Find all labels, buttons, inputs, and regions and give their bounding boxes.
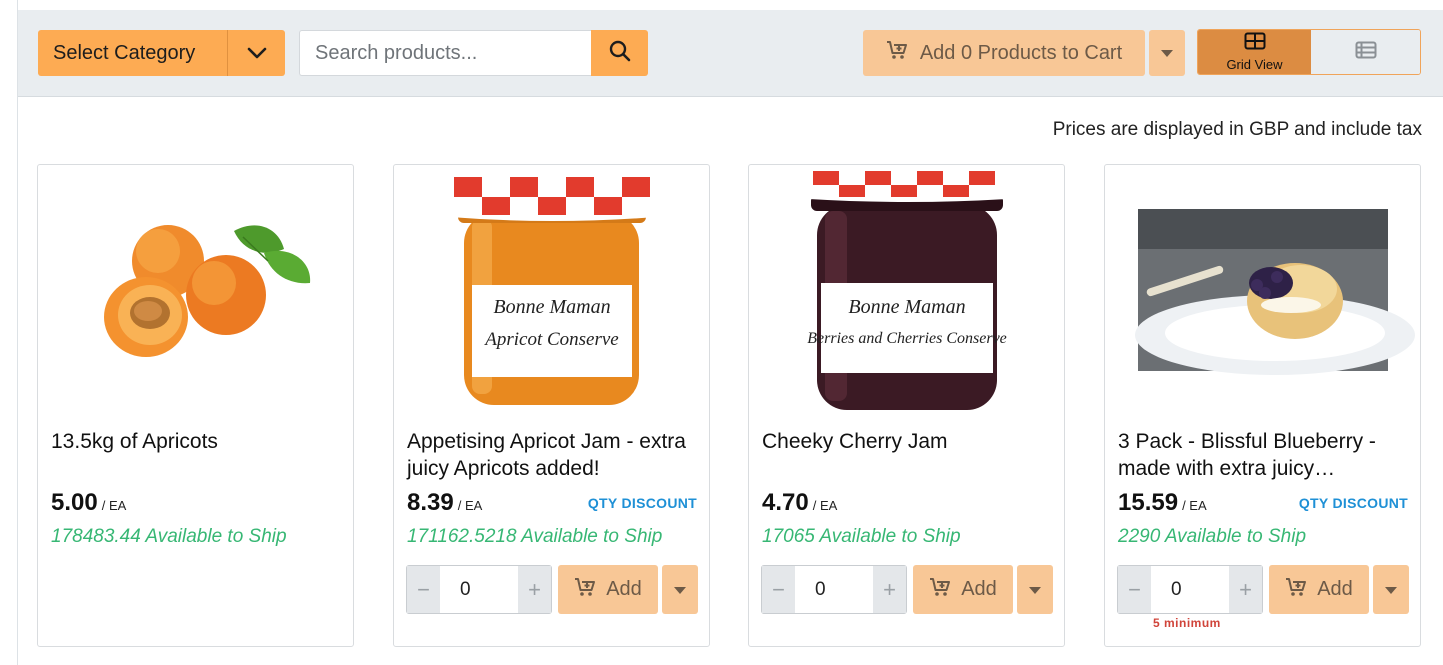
add-products-to-cart-label: Add 0 Products to Cart xyxy=(919,41,1123,64)
view-toggle: Grid View xyxy=(1197,29,1421,75)
search-button[interactable] xyxy=(591,30,648,76)
search-input[interactable] xyxy=(300,31,591,75)
caret-down-icon xyxy=(1161,44,1173,62)
add-to-cart-button[interactable]: Add xyxy=(1269,565,1369,614)
availability-text: 17065 Available to Ship xyxy=(762,526,961,547)
availability-text: 171162.5218 Available to Ship xyxy=(407,526,663,547)
product-image[interactable]: Bonne Maman Apricot Conserve xyxy=(394,165,709,415)
search-icon xyxy=(609,40,631,67)
price-currency-note: Prices are displayed in GBP and include … xyxy=(1052,119,1422,140)
decrease-quantity-button[interactable]: − xyxy=(407,566,440,613)
grid-view-button[interactable]: Grid View xyxy=(1198,30,1311,74)
product-card: 3 Pack - Blissful Blueberry - made with … xyxy=(1104,164,1421,647)
price-value: 4.70 xyxy=(762,489,809,516)
price-unit: / EA xyxy=(101,498,127,513)
product-price: 5.00/ EA xyxy=(51,489,126,517)
price-unit: / EA xyxy=(812,498,838,513)
search-field[interactable] xyxy=(299,30,591,76)
minus-icon: − xyxy=(772,576,785,602)
price-value: 8.39 xyxy=(407,489,454,516)
grid-view-label: Grid View xyxy=(1226,57,1283,72)
product-toolbar: Select Category Add 0 Products to Cart G… xyxy=(18,10,1443,97)
cart-options-dropdown[interactable] xyxy=(1149,30,1185,76)
caret-down-icon xyxy=(1385,581,1397,599)
category-select-label: Select Category xyxy=(53,41,196,64)
availability-text: 178483.44 Available to Ship xyxy=(51,526,287,547)
caret-down-icon xyxy=(1029,581,1041,599)
product-name[interactable]: Cheeky Cherry Jam xyxy=(762,428,1052,455)
caret-down-icon xyxy=(674,581,686,599)
svg-text:Bonne Maman: Bonne Maman xyxy=(848,296,965,318)
apricots-image xyxy=(104,225,311,357)
product-image[interactable] xyxy=(38,165,353,415)
product-card: 13.5kg of Apricots 5.00/ EA 178483.44 Av… xyxy=(37,164,354,647)
quantity-input[interactable]: 0 xyxy=(1151,566,1229,613)
add-to-cart-button[interactable]: Add xyxy=(558,565,658,614)
product-image[interactable]: Bonne Maman Berries and Cherries Conserv… xyxy=(749,165,1064,415)
decrease-quantity-button[interactable]: − xyxy=(1118,566,1151,613)
category-select[interactable]: Select Category xyxy=(38,30,285,76)
add-button-label: Add xyxy=(1317,578,1353,600)
add-to-cart-button[interactable]: Add xyxy=(913,565,1013,614)
minimum-quantity-note: 5 minimum xyxy=(1153,616,1221,630)
page-left-border xyxy=(17,0,18,665)
product-card: Bonne Maman Berries and Cherries Conserv… xyxy=(748,164,1065,647)
price-unit: / EA xyxy=(457,498,483,513)
price-value: 15.59 xyxy=(1118,489,1179,516)
product-price: 4.70/ EA xyxy=(762,489,837,517)
add-products-to-cart-button[interactable]: Add 0 Products to Cart xyxy=(863,30,1145,76)
apricot-jam-image: Bonne Maman Apricot Conserve xyxy=(446,173,660,405)
quantity-input[interactable]: 0 xyxy=(795,566,873,613)
minus-icon: − xyxy=(1128,576,1141,602)
quantity-stepper: − 0 + xyxy=(406,565,552,614)
availability-text: 2290 Available to Ship xyxy=(1118,526,1307,547)
list-view-button[interactable] xyxy=(1311,30,1420,74)
minus-icon: − xyxy=(417,576,430,602)
svg-text:Berries and Cherries Conserve: Berries and Cherries Conserve xyxy=(807,330,1007,347)
add-button-label: Add xyxy=(606,578,642,600)
product-name[interactable]: 3 Pack - Blissful Blueberry - made with … xyxy=(1118,428,1408,482)
increase-quantity-button[interactable]: + xyxy=(1229,566,1262,613)
svg-text:Apricot Conserve: Apricot Conserve xyxy=(483,329,619,350)
list-icon xyxy=(1355,41,1377,64)
quantity-stepper: − 0 + xyxy=(1117,565,1263,614)
quantity-stepper: − 0 + xyxy=(761,565,907,614)
plus-icon: + xyxy=(883,576,896,602)
add-to-cart-icon xyxy=(1285,577,1317,603)
plus-icon: + xyxy=(528,576,541,602)
add-to-cart-icon xyxy=(929,577,961,603)
product-name[interactable]: 13.5kg of Apricots xyxy=(51,428,341,455)
quantity-input[interactable]: 0 xyxy=(440,566,518,613)
blueberry-scone-image xyxy=(1135,209,1415,375)
qty-discount-badge[interactable]: QTY DISCOUNT xyxy=(1299,495,1408,511)
add-options-dropdown[interactable] xyxy=(662,565,698,614)
increase-quantity-button[interactable]: + xyxy=(518,566,551,613)
qty-discount-badge[interactable]: QTY DISCOUNT xyxy=(588,495,697,511)
grid-icon xyxy=(1244,32,1266,55)
product-name[interactable]: Appetising Apricot Jam - extra juicy Apr… xyxy=(407,428,697,482)
product-price: 8.39/ EA xyxy=(407,489,482,517)
add-button-label: Add xyxy=(961,578,997,600)
increase-quantity-button[interactable]: + xyxy=(873,566,906,613)
add-options-dropdown[interactable] xyxy=(1017,565,1053,614)
add-to-cart-icon xyxy=(574,577,606,603)
add-options-dropdown[interactable] xyxy=(1373,565,1409,614)
price-value: 5.00 xyxy=(51,489,98,516)
product-image[interactable] xyxy=(1105,165,1420,415)
add-to-cart-icon xyxy=(886,40,920,66)
chevron-down-icon[interactable] xyxy=(227,30,285,76)
decrease-quantity-button[interactable]: − xyxy=(762,566,795,613)
price-unit: / EA xyxy=(1182,498,1207,513)
product-card: Bonne Maman Apricot Conserve Appetising … xyxy=(393,164,710,647)
cherry-jam-image: Bonne Maman Berries and Cherries Conserv… xyxy=(805,167,1011,410)
svg-text:Bonne Maman: Bonne Maman xyxy=(493,296,610,318)
product-price: 15.59/ EA xyxy=(1118,489,1207,517)
plus-icon: + xyxy=(1239,576,1252,602)
